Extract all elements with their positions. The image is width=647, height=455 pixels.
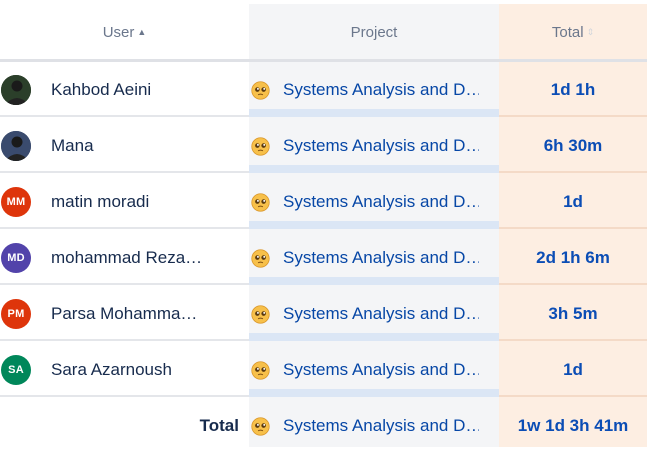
- user-photo-icon: [1, 131, 31, 161]
- user-name: mohammad Reza…: [51, 248, 203, 267]
- table-row: PM Parsa Mohamma… Systems Analysis and D… 3…: [0, 285, 647, 341]
- avatar-photo[interactable]: [1, 75, 31, 105]
- total-value: 3h 5m: [548, 304, 598, 323]
- column-header-user[interactable]: User ▲: [0, 4, 249, 60]
- table-row: MM matin moradi Systems Analysis and D… 1d: [0, 173, 647, 229]
- pleading-face-emoji-icon: [251, 81, 270, 100]
- pleading-face-emoji-icon: [251, 193, 270, 212]
- table-row: SA Sara Azarnoush Systems Analysis and D… 1…: [0, 341, 647, 397]
- footer-project-link[interactable]: Systems Analysis and D…: [283, 397, 479, 453]
- avatar[interactable]: PM: [1, 299, 31, 329]
- column-header-total-label: Total: [551, 23, 584, 41]
- avatar-initials: MM: [6, 196, 26, 208]
- avatar-initials: SA: [8, 364, 24, 376]
- table-footer-total-row: Total Systems Analysis and D… 1w 1d 3h 4…: [0, 397, 647, 453]
- table-header: User ▲ Project Total ⇕: [0, 4, 647, 60]
- pleading-face-emoji-icon: [251, 249, 270, 268]
- column-header-total[interactable]: Total ⇕: [499, 4, 647, 60]
- user-photo-icon: [1, 75, 31, 105]
- total-value: 2d 1h 6m: [536, 248, 610, 267]
- sort-unsorted-icon[interactable]: ⇕: [587, 27, 595, 37]
- total-value: 1d 1h: [550, 80, 596, 99]
- user-name: Mana: [51, 136, 94, 155]
- user-name: Parsa Mohamma…: [51, 304, 198, 323]
- column-header-user-label: User: [102, 23, 135, 41]
- avatar-initials: MD: [7, 252, 25, 264]
- footer-total-value: 1w 1d 3h 41m: [517, 416, 629, 435]
- avatar[interactable]: SA: [1, 355, 31, 385]
- user-name: Kahbod Aeini: [51, 80, 152, 99]
- footer-project-cell: Systems Analysis and D…: [249, 397, 499, 453]
- time-report-table: User ▲ Project Total ⇕ Kahbod Aeini Syste…: [0, 0, 647, 447]
- footer-total-label: Total: [199, 416, 239, 435]
- column-header-project[interactable]: Project: [249, 4, 499, 60]
- table-row: Mana Systems Analysis and D… 6h 30m: [0, 117, 647, 173]
- pleading-face-emoji-icon: [251, 417, 270, 436]
- table-row: Kahbod Aeini Systems Analysis and D… 1d 1h: [0, 61, 647, 117]
- avatar-photo[interactable]: [1, 131, 31, 161]
- avatar[interactable]: MM: [1, 187, 31, 217]
- pleading-face-emoji-icon: [251, 137, 270, 156]
- pleading-face-emoji-icon: [251, 305, 270, 324]
- total-value: 1d: [563, 192, 583, 211]
- user-name: matin moradi: [51, 192, 150, 211]
- avatar[interactable]: MD: [1, 243, 31, 273]
- total-value: 6h 30m: [543, 136, 603, 155]
- avatar-initials: PM: [7, 308, 25, 320]
- table-row: MD mohammad Reza… Systems Analysis and D… 2…: [0, 229, 647, 285]
- total-value: 1d: [563, 360, 583, 379]
- user-name: Sara Azarnoush: [51, 360, 172, 379]
- sort-ascending-icon[interactable]: ▲: [137, 27, 146, 37]
- column-header-project-label: Project: [350, 23, 398, 41]
- pleading-face-emoji-icon: [251, 361, 270, 380]
